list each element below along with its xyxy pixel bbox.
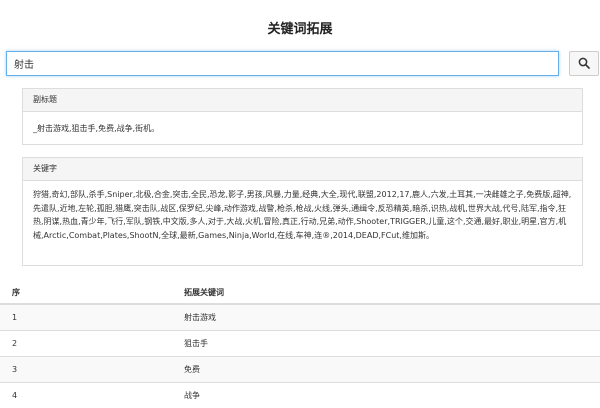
- row-index: 1: [0, 304, 183, 331]
- column-header-keyword: 拓展关键词: [183, 281, 600, 304]
- search-button[interactable]: [569, 51, 599, 76]
- table-row: 1 射击游戏: [0, 304, 600, 331]
- row-keyword: 射击游戏: [183, 304, 600, 331]
- keywords-panel-heading: 关键字: [23, 158, 582, 181]
- column-header-index: 序: [0, 281, 183, 304]
- keyword-table: 序 拓展关键词 1 射击游戏 2 狙击手 3 免费 4 战争: [0, 281, 600, 408]
- table-row: 3 免费: [0, 357, 600, 383]
- row-index: 2: [0, 331, 183, 357]
- table-header-row: 序 拓展关键词: [0, 281, 600, 304]
- search-icon: [578, 54, 590, 73]
- row-index: 3: [0, 357, 183, 383]
- page-title: 关键词拓展: [0, 18, 600, 37]
- keywords-panel-body: 狩猎,奇幻,部队,杀手,Sniper,北极,合金,突击,全民,恐龙,影子,男孩,…: [23, 181, 582, 250]
- keywords-panel: 关键字 狩猎,奇幻,部队,杀手,Sniper,北极,合金,突击,全民,恐龙,影子…: [22, 157, 583, 266]
- table-row: 4 战争: [0, 383, 600, 408]
- subtitle-panel-heading: 副标题: [23, 89, 582, 112]
- search-bar: [6, 51, 596, 76]
- search-input[interactable]: [6, 51, 559, 76]
- subtitle-panel: 副标题 _射击游戏,狙击手,免费,战争,街机。: [22, 88, 583, 145]
- row-index: 4: [0, 383, 183, 408]
- subtitle-panel-body: _射击游戏,狙击手,免费,战争,街机。: [23, 112, 582, 144]
- row-keyword: 狙击手: [183, 331, 600, 357]
- row-keyword: 战争: [183, 383, 600, 408]
- row-keyword: 免费: [183, 357, 600, 383]
- table-row: 2 狙击手: [0, 331, 600, 357]
